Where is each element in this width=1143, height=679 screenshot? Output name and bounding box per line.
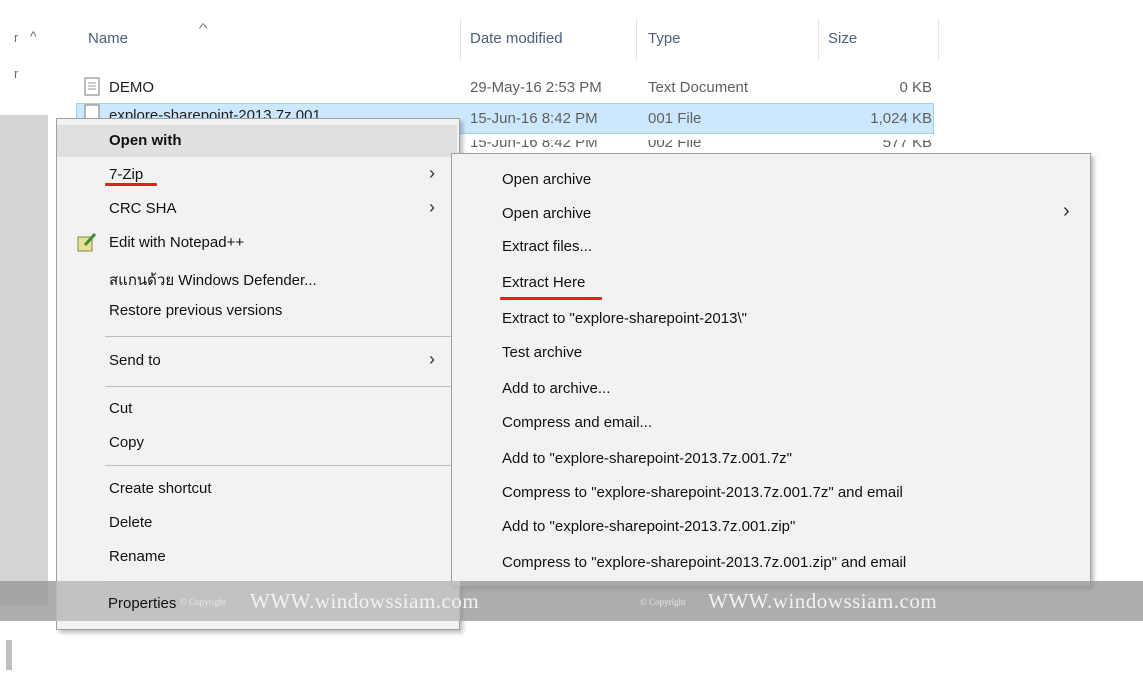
menu-item-label: Create shortcut <box>109 480 212 497</box>
file-type: 002 File <box>648 140 702 151</box>
column-divider[interactable] <box>460 18 461 60</box>
submenu-arrow-icon: › <box>1063 200 1070 222</box>
menu-item-scan-defender[interactable]: สแกนด้วย Windows Defender... <box>57 261 457 293</box>
menu-item-open-with[interactable]: Open with <box>57 125 457 157</box>
menu-item-7-zip[interactable]: 7-Zip › <box>57 159 457 191</box>
submenu-arrow-icon: › <box>429 349 435 369</box>
menu-item-edit-notepad[interactable]: Edit with Notepad++ <box>57 227 457 259</box>
file-date: 15-Jun-16 8:42 PM <box>470 110 598 127</box>
menu-item-label: Copy <box>109 434 145 451</box>
submenu-item-extract-to[interactable]: Extract to "explore-sharepoint-2013\" <box>502 310 747 327</box>
menu-item-copy[interactable]: Copy <box>57 427 457 459</box>
scrollbar-thumb[interactable] <box>6 640 12 670</box>
submenu-item-open-archive[interactable]: Open archive <box>502 171 591 188</box>
watermark-text: WWW.windowssiam.com <box>250 589 480 613</box>
column-header-date-modified[interactable]: Date modified <box>470 30 563 47</box>
nav-up-icon[interactable]: ^ <box>30 28 37 44</box>
file-size: 1,024 KB <box>870 110 932 127</box>
file-type: 001 File <box>648 110 702 127</box>
menu-item-delete[interactable]: Delete <box>57 507 457 539</box>
submenu-arrow-icon: › <box>429 197 435 217</box>
file-name: DEMO <box>109 79 154 96</box>
menu-item-send-to[interactable]: Send to › <box>57 345 457 377</box>
column-header-size[interactable]: Size <box>828 30 857 47</box>
watermark-copyright: © Copyright <box>640 597 686 607</box>
menu-separator <box>105 336 457 337</box>
menu-item-label: Restore previous versions <box>109 302 283 319</box>
watermark-text: WWW.windowssiam.com <box>708 589 938 613</box>
column-header-name[interactable]: Name <box>88 30 128 47</box>
submenu-arrow-icon: › <box>429 163 435 183</box>
file-size: 0 KB <box>899 79 932 96</box>
menu-separator <box>105 386 457 387</box>
annotation-underline <box>105 183 157 186</box>
notepad-plus-plus-icon <box>77 232 97 256</box>
column-header-type[interactable]: Type <box>648 30 681 47</box>
file-size: 577 KB <box>882 140 932 151</box>
column-divider[interactable] <box>938 18 939 60</box>
column-divider[interactable] <box>818 18 819 60</box>
submenu-item-extract-files[interactable]: Extract files... <box>502 238 592 255</box>
submenu-item-extract-here[interactable]: Extract Here <box>502 274 585 291</box>
menu-item-cut[interactable]: Cut <box>57 393 457 425</box>
submenu-item-open-archive-with[interactable]: Open archive <box>502 205 591 222</box>
menu-item-label: 7-Zip <box>109 166 144 183</box>
menu-item-label: Cut <box>109 400 133 417</box>
menu-item-restore-versions[interactable]: Restore previous versions <box>57 295 457 327</box>
submenu-item-test-archive[interactable]: Test archive <box>502 344 582 361</box>
submenu-item-compress-email[interactable]: Compress and email... <box>502 414 652 431</box>
annotation-underline <box>500 297 602 300</box>
menu-item-label: CRC SHA <box>109 200 177 217</box>
file-date: 15-Jun-16 8:42 PM <box>470 140 598 151</box>
menu-item-create-shortcut[interactable]: Create shortcut <box>57 473 457 505</box>
submenu-item-add-to-archive[interactable]: Add to archive... <box>502 380 610 397</box>
seven-zip-submenu: Open archive Open archive Extract files.… <box>451 153 1091 587</box>
submenu-item-compress-7z-email[interactable]: Compress to "explore-sharepoint-2013.7z.… <box>502 484 903 501</box>
context-menu: Open with 7-Zip › CRC SHA › Edit with No… <box>56 118 460 630</box>
menu-item-label: Delete <box>109 514 153 531</box>
menu-item-crc-sha[interactable]: CRC SHA › <box>57 193 457 225</box>
menu-item-rename[interactable]: Rename <box>57 541 457 573</box>
column-divider[interactable] <box>636 18 637 60</box>
text-file-icon <box>84 77 100 100</box>
menu-item-label: Rename <box>109 548 166 565</box>
file-type: Text Document <box>648 79 749 96</box>
navigation-pane-scroll-track[interactable] <box>0 115 48 605</box>
submenu-item-compress-zip-email[interactable]: Compress to "explore-sharepoint-2013.7z.… <box>502 554 906 571</box>
sort-ascending-icon[interactable]: ^ <box>199 20 208 36</box>
menu-item-label: สแกนด้วย Windows Defender... <box>109 272 317 289</box>
submenu-item-add-to-7z[interactable]: Add to "explore-sharepoint-2013.7z.001.7… <box>502 450 792 467</box>
submenu-item-add-to-zip[interactable]: Add to "explore-sharepoint-2013.7z.001.z… <box>502 518 795 535</box>
file-row[interactable]: DEMO 29-May-16 2:53 PM Text Document 0 K… <box>0 76 940 102</box>
menu-item-label: Open with <box>109 132 182 149</box>
nav-expand-icon[interactable]: r <box>14 30 18 45</box>
watermark-copyright: © Copyright <box>180 597 226 607</box>
file-date: 29-May-16 2:53 PM <box>470 79 602 96</box>
menu-item-properties[interactable]: Properties <box>108 595 176 612</box>
menu-item-label: Edit with Notepad++ <box>109 234 245 251</box>
menu-separator <box>105 465 457 466</box>
menu-item-label: Send to <box>109 352 161 369</box>
